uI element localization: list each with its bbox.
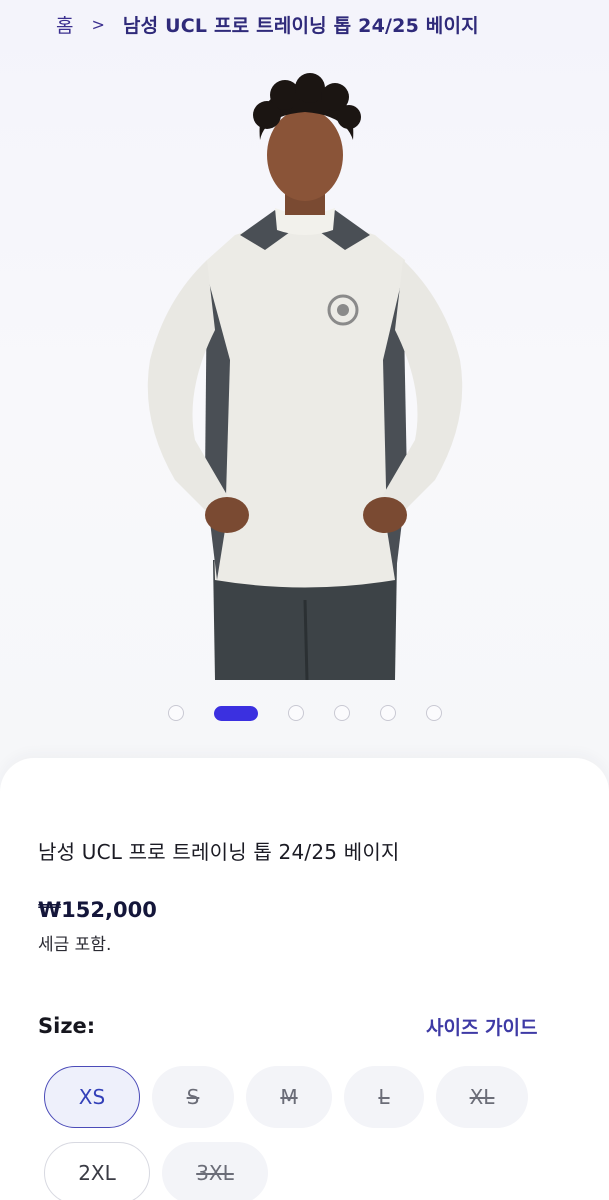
size-option-2xl[interactable]: 2XL	[44, 1142, 150, 1200]
carousel-dot[interactable]	[425, 705, 442, 721]
size-option-label: 2XL	[78, 1161, 116, 1185]
size-option-3xl[interactable]: 3XL	[162, 1142, 268, 1200]
carousel-dot[interactable]	[287, 705, 304, 721]
product-title: 남성 UCL 프로 트레이닝 톱 24/25 베이지	[38, 840, 400, 864]
size-option-xs[interactable]: XS	[44, 1066, 140, 1128]
size-option-s[interactable]: S	[152, 1066, 234, 1128]
carousel-dot[interactable]	[379, 705, 396, 721]
carousel-dot[interactable]	[333, 705, 350, 721]
product-image-carousel[interactable]	[0, 60, 609, 700]
size-option-label: XS	[78, 1085, 106, 1109]
product-info-card	[0, 758, 609, 1200]
breadcrumb: 홈 > 남성 UCL 프로 트레이닝 톱 24/25 베이지	[56, 10, 479, 38]
product-price: ₩152,000	[38, 898, 157, 922]
size-option-label: L	[378, 1085, 390, 1109]
size-option-m[interactable]: M	[246, 1066, 332, 1128]
size-option-xl[interactable]: XL	[436, 1066, 528, 1128]
size-guide-link[interactable]: 사이즈 가이드	[426, 1013, 538, 1040]
product-page: 홈 > 남성 UCL 프로 트레이닝 톱 24/25 베이지 남성 UCL 프로…	[0, 0, 609, 1200]
size-option-label: S	[186, 1085, 200, 1109]
carousel-dot[interactable]	[213, 705, 258, 721]
breadcrumb-current: 남성 UCL 프로 트레이닝 톱 24/25 베이지	[122, 14, 479, 37]
breadcrumb-home-link[interactable]: 홈	[56, 11, 73, 38]
carousel-dot[interactable]	[167, 705, 184, 721]
size-option-label: M	[280, 1085, 298, 1109]
product-image	[147, 73, 462, 680]
size-option-l[interactable]: L	[344, 1066, 424, 1128]
size-label: Size:	[38, 1014, 96, 1038]
tax-note: 세금 포함.	[38, 935, 112, 955]
size-option-label: XL	[469, 1085, 495, 1109]
carousel-dots	[0, 703, 609, 723]
breadcrumb-separator: >	[91, 14, 105, 34]
size-option-label: 3XL	[196, 1161, 234, 1185]
